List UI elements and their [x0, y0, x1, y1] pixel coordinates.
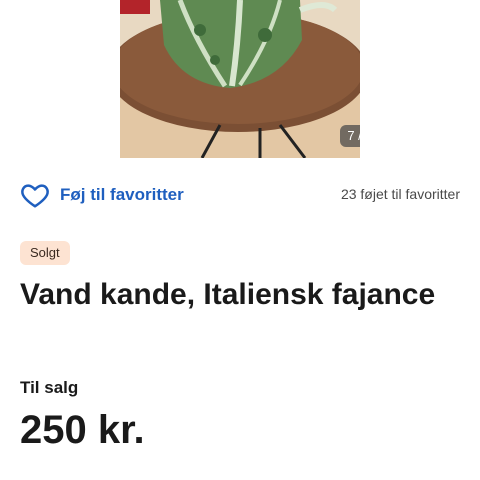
photo-illustration	[120, 0, 360, 158]
heart-outline-icon	[20, 180, 50, 210]
status-badge: Solgt	[20, 241, 70, 265]
sale-label: Til salg	[20, 378, 79, 397]
favorite-label: Føj til favoritter	[60, 185, 184, 204]
product-photo[interactable]: 7 / 8	[120, 0, 360, 158]
favorite-row: Føj til favoritter 23 føjet til favoritt…	[20, 179, 460, 211]
favorite-count: 23 føjet til favoritter	[340, 186, 460, 202]
add-to-favorites-button[interactable]: Føj til favoritter	[20, 179, 184, 211]
price: 250 kr.	[20, 408, 145, 452]
photo-counter: 7 / 8	[340, 125, 360, 147]
listing-title: Vand kande, Italiensk fajance	[20, 278, 436, 311]
